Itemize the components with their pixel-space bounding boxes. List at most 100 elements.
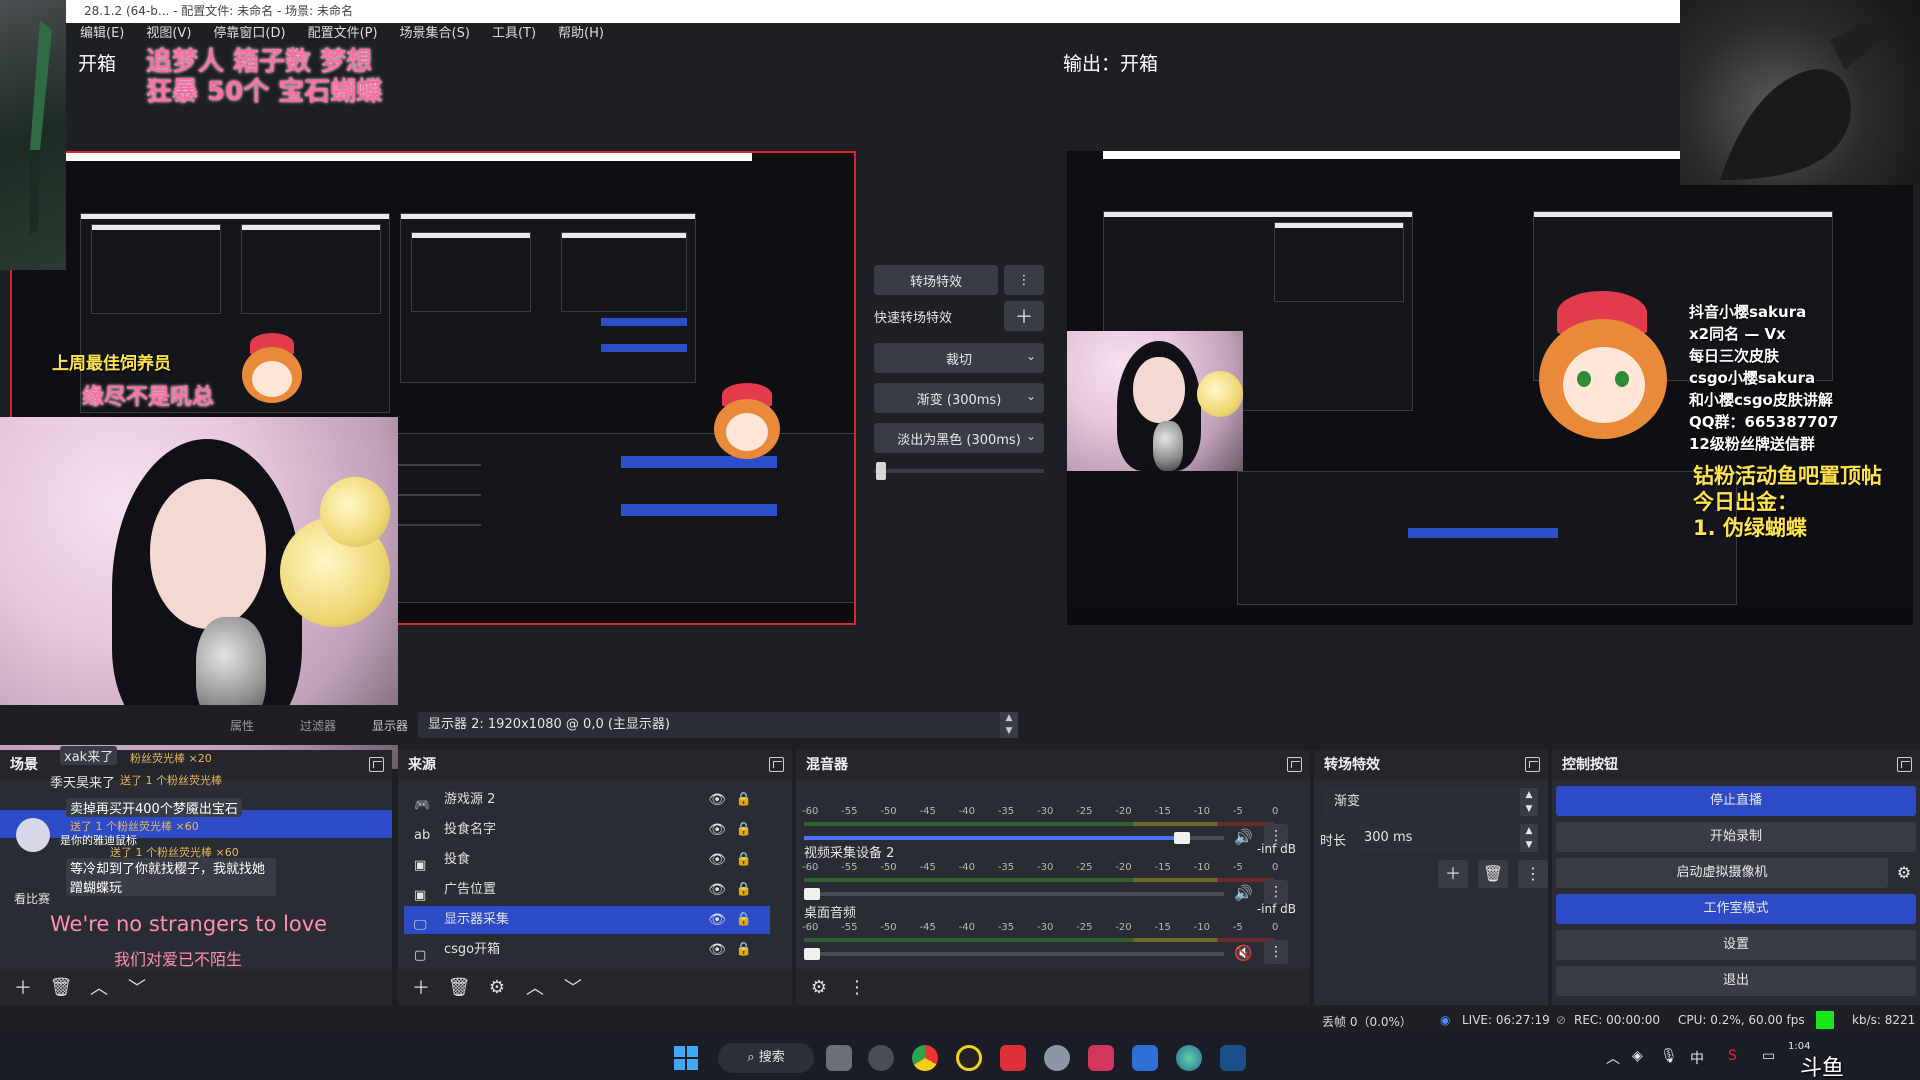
obs-icon[interactable]	[1044, 1045, 1070, 1071]
add-source-icon[interactable]: ＋	[408, 974, 434, 1000]
apply-transition-button[interactable]: 转场特效	[874, 265, 998, 295]
red-app-icon[interactable]	[1088, 1045, 1114, 1071]
tray-expand-icon[interactable]: ︿	[1606, 1048, 1620, 1068]
source-item[interactable]: ▣ 投食 👁 🔒	[404, 846, 770, 874]
eye-icon[interactable]: 👁	[708, 786, 726, 814]
eye-icon[interactable]: 👁	[708, 906, 726, 934]
live-icon: ◉	[1440, 1013, 1451, 1027]
gear-icon[interactable]: ⚙	[484, 977, 510, 998]
steam-like-app-icon[interactable]	[868, 1045, 894, 1071]
more-vertical-icon: ⋮	[1017, 272, 1031, 288]
trash-icon[interactable]: 🗑	[446, 977, 472, 998]
volume-slider[interactable]	[804, 832, 1224, 844]
virtual-camera-gear-icon[interactable]: ⚙	[1892, 858, 1916, 888]
more-vertical-icon[interactable]: ⋮	[844, 977, 870, 998]
display-source-select[interactable]: 显示器 2: 1920x1080 @ 0,0 (主显示器) ▲ ▼	[418, 712, 1018, 738]
move-up-icon[interactable]: ︿	[86, 974, 112, 1000]
undock-icon[interactable]	[1897, 757, 1912, 772]
tbar-handle[interactable]	[876, 462, 886, 480]
steam-icon[interactable]	[1220, 1045, 1246, 1071]
menu-help[interactable]: 帮助(H)	[558, 23, 604, 45]
stop-streaming-button[interactable]: 停止直播	[1556, 786, 1916, 816]
volume-slider[interactable]	[804, 948, 1224, 960]
select-spin-icon: ▲ ▼	[1520, 788, 1538, 816]
move-up-icon[interactable]: ︿	[522, 974, 548, 1000]
netease-music-icon[interactable]	[1000, 1045, 1026, 1071]
more-vertical-icon[interactable]: ⋮	[1264, 880, 1288, 904]
undock-icon[interactable]	[769, 757, 784, 772]
chevron-down-icon: ⌄	[1025, 389, 1036, 403]
lock-icon[interactable]: 🔒	[736, 816, 752, 844]
eye-icon[interactable]: 👁	[708, 876, 726, 904]
quick-transition-fade[interactable]: 渐变 (300ms) ⌄	[874, 383, 1044, 413]
settings-button[interactable]: 设置	[1556, 930, 1916, 960]
undock-icon[interactable]	[1287, 757, 1302, 772]
undock-icon[interactable]	[369, 757, 384, 772]
studio-mode-button[interactable]: 工作室模式	[1556, 894, 1916, 924]
add-transition-icon[interactable]: ＋	[1438, 860, 1468, 888]
windows-start-icon[interactable]	[674, 1046, 698, 1070]
bilibili-icon[interactable]	[1132, 1045, 1158, 1071]
lock-icon[interactable]: 🔒	[736, 936, 752, 964]
source-item[interactable]: ▣ 广告位置 👁 🔒	[404, 876, 770, 904]
menu-tools[interactable]: 工具(T)	[492, 23, 536, 45]
exit-button[interactable]: 退出	[1556, 966, 1916, 996]
properties-tab[interactable]: 属性	[230, 717, 254, 734]
transition-more-button[interactable]: ⋮	[1004, 265, 1044, 295]
add-quick-transition-button[interactable]: ＋	[1004, 301, 1044, 331]
taskbar-search[interactable]: ⌕ 搜索	[718, 1043, 814, 1073]
quick-transition-fade-black[interactable]: 淡出为黑色 (300ms) ⌄	[874, 423, 1044, 453]
start-recording-button[interactable]: 开始录制	[1556, 822, 1916, 852]
tbar-track[interactable]	[874, 462, 1044, 480]
overlay-week-best: 上周最佳饲养员	[52, 354, 171, 374]
source-item[interactable]: ab 投食名字 👁 🔒	[404, 816, 770, 844]
lock-icon[interactable]: 🔒	[736, 786, 752, 814]
eye-icon[interactable]: 👁	[708, 846, 726, 874]
scene-item[interactable]: 看比赛	[14, 890, 50, 907]
task-view-icon[interactable]	[826, 1045, 852, 1071]
microphone-icon[interactable]: 🎙	[1660, 1048, 1678, 1064]
lock-icon[interactable]: 🔒	[736, 906, 752, 934]
speaker-muted-icon[interactable]: 🔇	[1234, 944, 1253, 962]
source-item[interactable]: ▢ csgo开箱 👁 🔒	[404, 936, 770, 964]
display-tray-icon[interactable]: ▭	[1762, 1048, 1775, 1064]
source-item[interactable]: 🎮 游戏源 2 👁 🔒	[404, 786, 770, 814]
chat-message: xak来了	[60, 746, 118, 765]
eye-icon[interactable]: 👁	[708, 936, 726, 964]
tray-app-icon[interactable]: ◈	[1632, 1048, 1643, 1064]
lock-icon[interactable]: 🔒	[736, 876, 752, 904]
quick-transition-cut[interactable]: 裁切 ⌄	[874, 343, 1044, 373]
globe-app-icon[interactable]	[1176, 1045, 1202, 1071]
trash-icon[interactable]: 🗑	[48, 977, 74, 998]
volume-slider-handle[interactable]	[804, 888, 821, 900]
mixer-scale: -60 -55 -50 -45 -40 -35 -30 -25 -20 -15 -10 -5 0	[802, 922, 1296, 936]
move-down-icon[interactable]: ﹀	[124, 974, 150, 1000]
more-vertical-icon[interactable]: ⋮	[1264, 940, 1288, 964]
undock-icon[interactable]	[1525, 757, 1540, 772]
move-down-icon[interactable]: ﹀	[560, 974, 586, 1000]
menu-edit[interactable]: 编辑(E)	[80, 23, 124, 45]
menu-scene-collection[interactable]: 场景集合(S)	[400, 23, 470, 45]
more-vertical-icon[interactable]: ⋮	[1518, 860, 1548, 888]
volume-slider-handle[interactable]	[804, 948, 821, 960]
advanced-audio-gear-icon[interactable]: ⚙	[806, 977, 832, 998]
transition-select[interactable]: 渐变 ▲ ▼	[1324, 788, 1538, 816]
start-virtual-camera-button[interactable]: 启动虚拟摄像机	[1556, 858, 1888, 888]
add-scene-icon[interactable]: ＋	[10, 974, 36, 1000]
source-item-selected[interactable]: 🖵 显示器采集 👁 🔒	[404, 906, 770, 934]
norton-icon[interactable]	[956, 1045, 982, 1071]
dropped-frames: 丢帧 0（0.0%）	[1322, 1015, 1412, 1029]
volume-slider[interactable]	[804, 888, 1224, 900]
eye-icon[interactable]: 👁	[708, 816, 726, 844]
ime-indicator[interactable]: 中	[1690, 1048, 1704, 1068]
speaker-icon[interactable]: 🔊	[1234, 884, 1253, 902]
filters-tab[interactable]: 过滤器	[300, 717, 336, 734]
mixer-channel-db: -inf dB	[1256, 842, 1296, 856]
spin-arrows-icon[interactable]: ▲ ▼	[1520, 824, 1538, 852]
mixer-scale-tick: -15	[1154, 862, 1171, 873]
chrome-icon[interactable]	[912, 1045, 938, 1071]
lock-icon[interactable]: 🔒	[736, 846, 752, 874]
wps-icon[interactable]: S	[1728, 1048, 1737, 1064]
trash-icon[interactable]: 🗑	[1478, 860, 1508, 888]
duration-spinbox[interactable]: 300 ms ▲ ▼	[1354, 824, 1538, 852]
